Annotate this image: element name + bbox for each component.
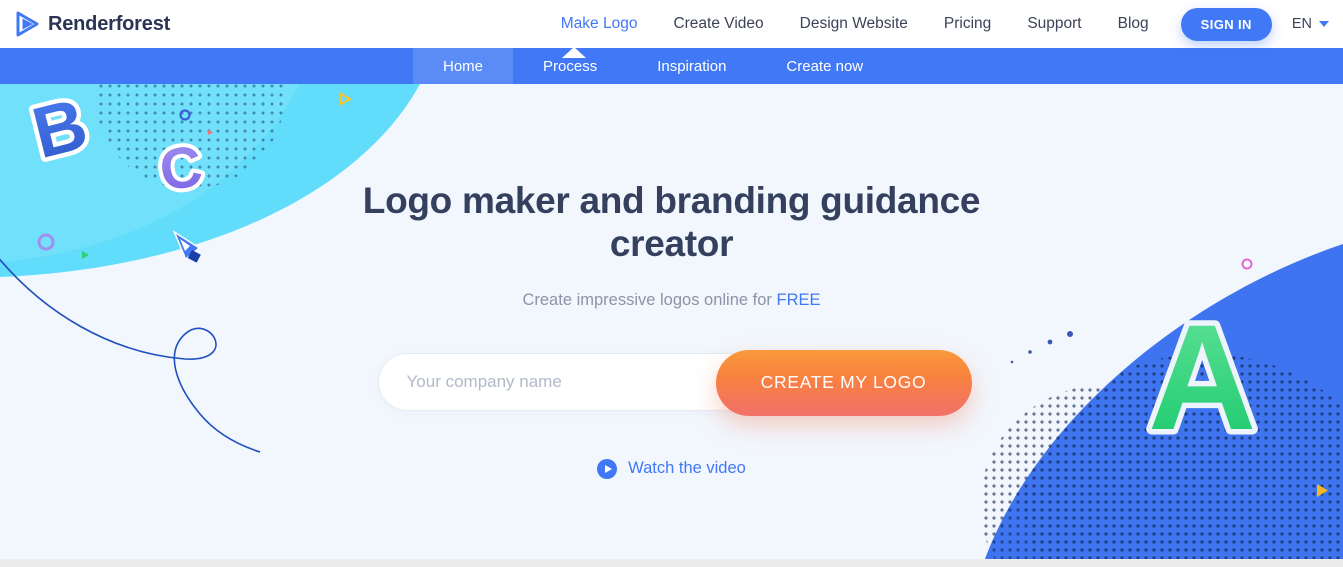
hero-section: B B C C A A Logo maker and branding guid… — [0, 84, 1343, 559]
nav-item-design-website[interactable]: Design Website — [800, 0, 908, 48]
hero-subtitle: Create impressive logos online for FREE — [522, 291, 820, 310]
subnav-item-inspiration[interactable]: Inspiration — [627, 48, 756, 84]
logo-creation-form: CREATE MY LOGO — [372, 349, 972, 416]
secondary-navigation-bar: Home Process Inspiration Create now — [0, 47, 1343, 84]
brand-logo[interactable]: Renderforest — [12, 9, 170, 39]
language-selector[interactable]: EN — [1292, 16, 1329, 32]
hero-subtitle-text: Create impressive logos online for — [522, 290, 777, 309]
page-title: Logo maker and branding guidance creator — [362, 180, 981, 265]
nav-item-blog[interactable]: Blog — [1118, 0, 1149, 48]
brand-name: Renderforest — [48, 12, 171, 35]
language-label: EN — [1291, 16, 1312, 32]
active-tab-pointer-icon — [562, 47, 586, 58]
nav-item-create-video[interactable]: Create Video — [673, 0, 763, 48]
create-my-logo-button[interactable]: CREATE MY LOGO — [715, 349, 972, 416]
play-triangle-icon — [12, 9, 42, 39]
play-circle-icon — [597, 458, 618, 479]
subnav-item-home[interactable]: Home — [413, 48, 514, 84]
chevron-down-icon — [1319, 21, 1329, 27]
nav-item-make-logo[interactable]: Make Logo — [561, 0, 638, 48]
subnav-item-create-now[interactable]: Create now — [756, 48, 893, 84]
watch-video-link[interactable]: Watch the video — [597, 458, 746, 479]
top-navigation-bar: Renderforest Make Logo Create Video Desi… — [0, 0, 1343, 48]
watch-video-label: Watch the video — [628, 459, 746, 478]
page-bottom-edge — [0, 559, 1343, 567]
nav-item-support[interactable]: Support — [1027, 0, 1081, 48]
nav-item-pricing[interactable]: Pricing — [944, 0, 991, 48]
primary-nav: Make Logo Create Video Design Website Pr… — [543, 0, 1343, 48]
hero-subtitle-highlight: FREE — [776, 290, 821, 309]
sign-in-button[interactable]: SIGN IN — [1180, 7, 1272, 41]
